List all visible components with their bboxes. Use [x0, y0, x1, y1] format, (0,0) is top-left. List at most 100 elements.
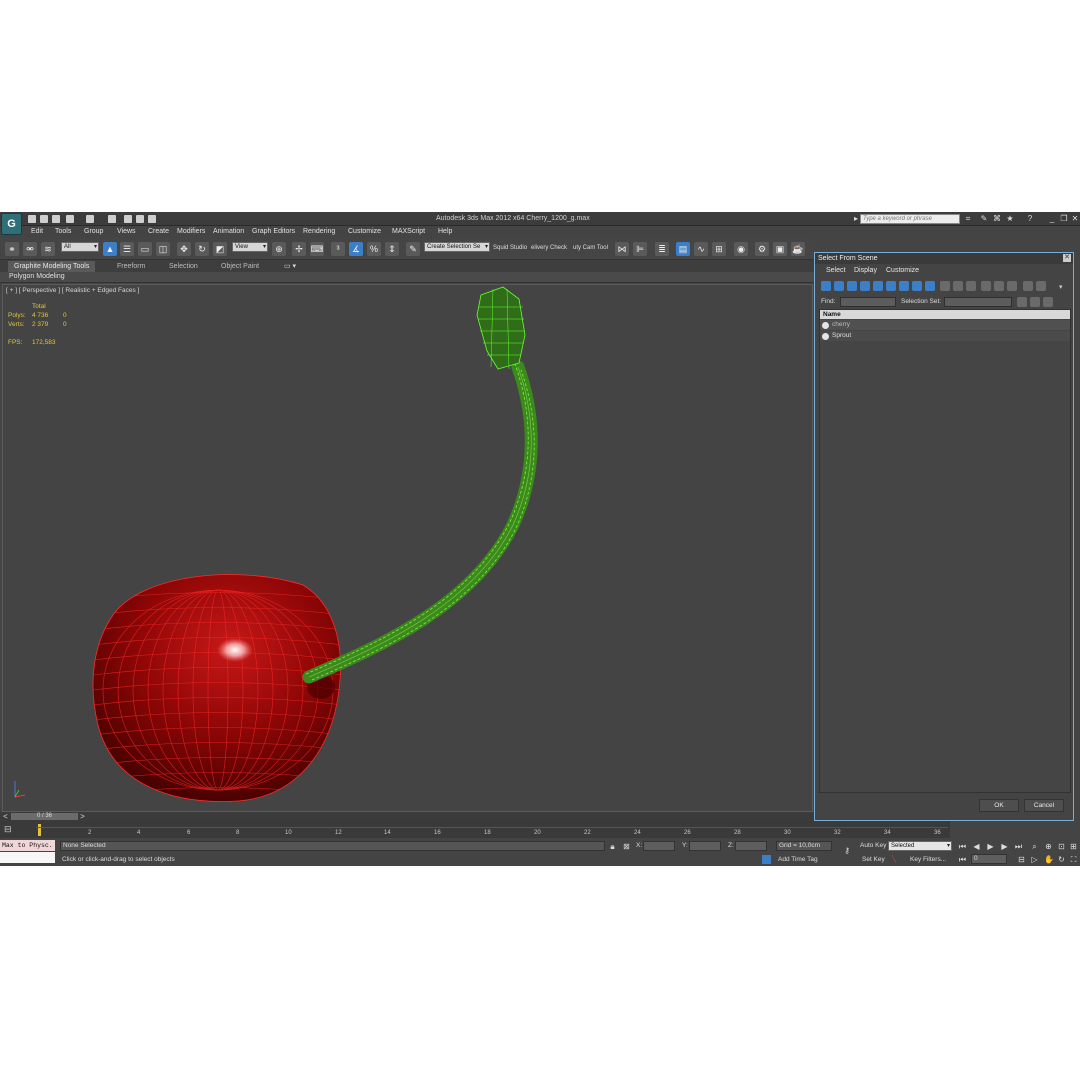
rectangular-selection-icon[interactable]: ▭ — [138, 242, 152, 256]
angle-snap-icon[interactable]: ∡ — [349, 242, 363, 256]
select-none-icon[interactable] — [953, 281, 963, 291]
ok-button[interactable]: OK — [979, 799, 1019, 812]
keyboard-shortcut-override-icon[interactable]: ⌨ — [310, 242, 324, 256]
previous-frame-icon[interactable]: ◀ — [972, 842, 981, 851]
tab-graphite-modeling-tools[interactable]: Graphite Modeling Tools — [8, 261, 96, 272]
select-object-icon[interactable]: ▲ — [103, 242, 117, 256]
name-column-header[interactable]: Name — [820, 310, 1070, 319]
go-to-start-icon[interactable]: ⏮ — [958, 842, 967, 851]
save-file-icon[interactable] — [52, 215, 60, 223]
filter-funnel-icon[interactable] — [1023, 281, 1033, 291]
time-prev-icon[interactable]: < — [1, 812, 10, 821]
render-setup-icon[interactable]: ⚙ — [755, 242, 769, 256]
dialog-menu-customize[interactable]: Customize — [886, 267, 919, 274]
filter-bones-icon[interactable] — [925, 281, 935, 291]
help-icon[interactable]: ? — [1026, 215, 1034, 223]
help-search-input[interactable]: Type a keyword or phrase — [860, 214, 960, 224]
graphite-toggle-icon[interactable]: ▤ — [676, 242, 690, 256]
next-frame-icon[interactable]: ▶ — [1000, 842, 1009, 851]
bind-space-warp-icon[interactable]: ≋ — [41, 242, 55, 256]
pan-icon[interactable]: ✋ — [1044, 855, 1054, 864]
select-invert-icon[interactable] — [966, 281, 976, 291]
utility-cam-tool-button[interactable]: uty Cam Tool — [573, 245, 608, 251]
pivot-center-icon[interactable]: ⊕ — [272, 242, 286, 256]
zoom-icon[interactable]: ⌕ — [1030, 842, 1039, 851]
go-to-end-icon[interactable]: ⏭ — [1014, 842, 1023, 851]
menu-group[interactable]: Group — [84, 228, 103, 235]
remove-from-set-icon[interactable] — [1043, 297, 1053, 307]
tab-object-paint[interactable]: Object Paint — [215, 261, 265, 272]
orbit-icon[interactable]: ↻ — [1057, 855, 1066, 864]
close-icon[interactable]: ✕ — [1071, 215, 1079, 223]
z-coordinate-field[interactable] — [735, 841, 767, 851]
time-slider[interactable]: 0 / 36 — [11, 813, 78, 820]
menu-graph-editors[interactable]: Graph Editors — [252, 228, 295, 235]
filter-shapes-icon[interactable] — [834, 281, 844, 291]
time-next-icon[interactable]: > — [78, 812, 87, 821]
time-tag-icon[interactable] — [762, 855, 771, 864]
select-and-move-icon[interactable]: ✥ — [177, 242, 191, 256]
redo-icon[interactable] — [86, 215, 94, 223]
link-icon[interactable]: ⚭ — [5, 242, 19, 256]
filter-lights-icon[interactable] — [847, 281, 857, 291]
filter-cameras-icon[interactable] — [860, 281, 870, 291]
add-to-set-icon[interactable] — [1030, 297, 1040, 307]
workspace-icon-2[interactable] — [136, 215, 144, 223]
percent-snap-icon[interactable]: % — [367, 242, 381, 256]
communication-icon[interactable]: ⌘ — [993, 215, 1001, 223]
menu-modifiers[interactable]: Modifiers — [177, 228, 205, 235]
workspace-icon-3[interactable] — [148, 215, 156, 223]
filter-geometry-icon[interactable] — [821, 281, 831, 291]
squid-studio-button[interactable]: Squid Studio — [493, 245, 527, 251]
tab-freeform[interactable]: Freeform — [111, 261, 151, 272]
menu-create[interactable]: Create — [148, 228, 169, 235]
undo-icon[interactable] — [66, 215, 74, 223]
restore-icon[interactable]: ❐ — [1060, 215, 1068, 223]
key-filters-button[interactable]: Key Filters... — [910, 856, 946, 863]
perspective-viewport[interactable]: [ + ] [ Perspective ] [ Realistic + Edge… — [2, 284, 813, 812]
scene-object-list[interactable]: Name cherry Sprout — [819, 309, 1071, 793]
maximize-viewport-icon[interactable]: ⛶ — [1069, 855, 1078, 864]
dialog-close-icon[interactable]: ✕ — [1063, 254, 1071, 262]
window-crossing-icon[interactable]: ◫ — [156, 242, 170, 256]
filter-groups-icon[interactable] — [899, 281, 909, 291]
menu-animation[interactable]: Animation — [213, 228, 244, 235]
scene-render[interactable] — [3, 285, 814, 813]
field-of-view-icon[interactable]: ▷ — [1030, 855, 1039, 864]
filter-xrefs-icon[interactable] — [912, 281, 922, 291]
dialog-menu-display[interactable]: Display — [854, 267, 877, 274]
tools-icon[interactable]: ✎ — [980, 215, 988, 223]
minimize-icon[interactable]: _ — [1048, 215, 1056, 223]
favorites-star-icon[interactable]: ★ — [1006, 215, 1014, 223]
reference-coordinate-dropdown[interactable]: View — [232, 242, 268, 252]
selection-filter-dropdown[interactable]: All — [61, 242, 99, 252]
align-icon[interactable]: ⊫ — [633, 242, 647, 256]
dialog-menu-select[interactable]: Select — [826, 267, 845, 274]
menu-views[interactable]: Views — [117, 228, 136, 235]
menu-edit[interactable]: Edit — [31, 228, 43, 235]
named-selection-set-dropdown[interactable]: Create Selection Se — [424, 242, 490, 252]
zoom-all-icon[interactable]: ⊕ — [1044, 842, 1053, 851]
ribbon-options-icon[interactable]: ▭ ▾ — [278, 261, 302, 272]
list-item[interactable]: Sprout — [820, 331, 1070, 341]
x-coordinate-field[interactable] — [643, 841, 675, 851]
cancel-button[interactable]: Cancel — [1024, 799, 1064, 812]
menu-rendering[interactable]: Rendering — [303, 228, 335, 235]
add-time-tag-button[interactable]: Add Time Tag — [778, 856, 818, 863]
binoculars-icon[interactable]: ⌗ — [964, 215, 972, 223]
display-children-icon[interactable] — [981, 281, 991, 291]
menu-tools[interactable]: Tools — [55, 228, 71, 235]
toolbar-overflow-icon[interactable]: ▾ — [1059, 283, 1063, 291]
select-and-manipulate-icon[interactable]: ✢ — [292, 242, 306, 256]
unlink-icon[interactable]: ⚮ — [23, 242, 37, 256]
zoom-extents-icon[interactable]: ⊡ — [1057, 842, 1066, 851]
schematic-view-icon[interactable]: ⊞ — [712, 242, 726, 256]
app-logo-icon[interactable]: G — [1, 213, 22, 235]
auto-key-button[interactable]: Auto Key — [860, 842, 886, 849]
polygon-modeling-label[interactable]: Polygon Modeling — [9, 273, 65, 280]
menu-help[interactable]: Help — [438, 228, 452, 235]
filter-options-icon[interactable] — [1036, 281, 1046, 291]
new-file-icon[interactable] — [28, 215, 36, 223]
time-config-icon[interactable]: ⊟ — [1017, 855, 1026, 864]
maxscript-input[interactable] — [0, 852, 55, 863]
